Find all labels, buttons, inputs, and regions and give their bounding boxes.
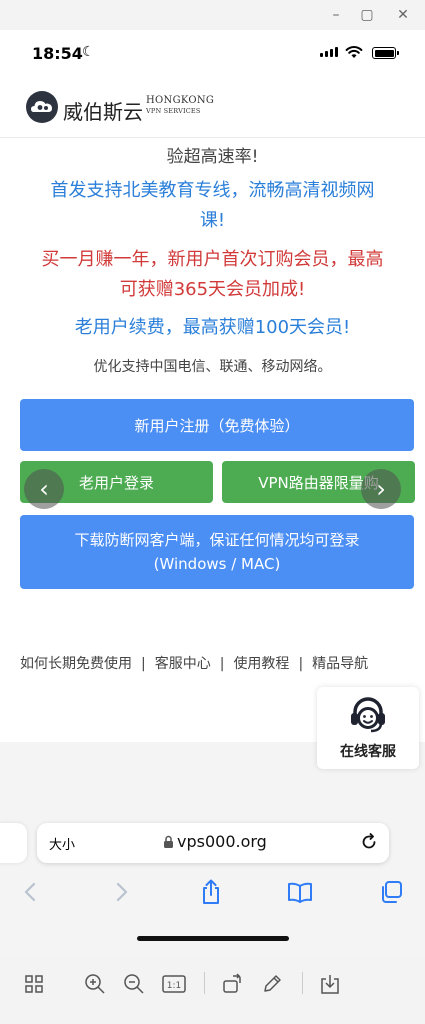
minimize-icon[interactable]: –	[327, 6, 345, 24]
link-separator: |	[141, 656, 146, 672]
carousel-prev-icon[interactable]: ‹	[24, 469, 64, 509]
maximize-icon[interactable]: ▢	[358, 6, 376, 24]
grid-view-icon[interactable]	[22, 972, 46, 996]
lock-icon	[164, 835, 173, 848]
promo-line-education-b: 课!	[199, 210, 226, 231]
bookmarks-icon[interactable]	[286, 878, 314, 906]
status-time: 18:54	[32, 44, 83, 63]
register-button[interactable]: 新用户注册（免费体验）	[20, 399, 414, 451]
wifi-icon	[345, 46, 363, 58]
moon-icon: ☾	[82, 44, 95, 60]
link-separator: |	[298, 656, 304, 672]
logo-subtitle-line2: VPN SERVICES	[146, 107, 201, 115]
site-header: 威伯斯云 HONGKONG VPN SERVICES	[0, 78, 425, 138]
save-screenshot-icon[interactable]	[318, 972, 342, 996]
footer-link-free-use[interactable]: 如何长期免费使用	[20, 656, 132, 672]
reload-icon[interactable]	[360, 833, 378, 851]
back-icon[interactable]	[16, 878, 44, 906]
promo-line-education-a: 首发支持北美教育专线，流畅高清视频网	[50, 180, 375, 201]
svg-text:1:1: 1:1	[167, 981, 181, 991]
online-support-label: 在线客服	[340, 744, 396, 760]
footer-link-navigation[interactable]: 精品导航	[312, 656, 368, 672]
status-bar: 18:54 ☾	[0, 30, 425, 78]
download-client-platforms: (Windows / MAC)	[153, 555, 281, 573]
footer-link-tutorial[interactable]: 使用教程	[233, 656, 289, 672]
forward-icon[interactable]	[108, 878, 136, 906]
promo-line-speed: 验超高速率!	[166, 147, 259, 167]
download-client-button[interactable]: 下载防断网客户端，保证任何情况均可登录 (Windows / MAC)	[20, 515, 414, 589]
simulator-title-bar: – ▢ ✕	[0, 0, 425, 30]
zoom-out-icon[interactable]	[122, 972, 146, 996]
zoom-in-icon[interactable]	[83, 972, 107, 996]
address-bar[interactable]: 大小 vps000.org	[37, 823, 389, 863]
annotate-pencil-icon[interactable]	[260, 972, 284, 996]
download-client-label: 下载防断网客户端，保证任何情况均可登录	[74, 531, 360, 549]
browser-toolbar	[0, 878, 425, 914]
home-indicator[interactable]	[137, 936, 289, 941]
text-size-button[interactable]: 大小	[49, 834, 75, 853]
promo-line-offer-b: 可获赠365天会员加成!	[119, 279, 306, 300]
actual-size-icon[interactable]: 1:1	[162, 972, 186, 996]
cloud-logo-icon[interactable]	[25, 90, 59, 124]
toolbar-divider	[302, 972, 303, 994]
footer-links: 如何长期免费使用 | 客服中心 | 使用教程 | 精品导航	[20, 652, 410, 676]
url-text[interactable]: vps000.org	[177, 832, 267, 851]
simulator-toolbar: 1:1	[0, 958, 425, 1024]
footer-link-support[interactable]: 客服中心	[155, 656, 211, 672]
link-separator: |	[219, 656, 225, 672]
cellular-signal-icon	[320, 47, 338, 57]
online-support-widget[interactable]: 在线客服	[317, 687, 419, 769]
previous-tab-edge[interactable]	[0, 823, 27, 863]
logo-subtitle: HONGKONG VPN SERVICES	[146, 96, 214, 115]
phone-screen: 18:54 ☾ 威伯斯云 HONGKONG VPN SERVICES 验超高速率…	[0, 30, 425, 958]
tabs-icon[interactable]	[377, 878, 405, 906]
browser-address-row: 大小 vps000.org	[0, 820, 425, 870]
logo-subtitle-line1: HONGKONG	[146, 95, 215, 106]
promo-line-offer-a: 买一月赚一年，新用户首次订购会员，最高	[41, 249, 384, 270]
carousel-next-icon[interactable]: ›	[361, 469, 401, 509]
promo-line-renewal: 老用户续费，最高获赠100天会员!	[74, 317, 351, 338]
rotate-icon[interactable]	[220, 972, 244, 996]
headset-support-icon	[351, 697, 385, 733]
share-icon[interactable]	[197, 878, 225, 906]
battery-icon	[372, 47, 399, 59]
close-icon[interactable]: ✕	[394, 6, 412, 24]
logo-text[interactable]: 威伯斯云	[63, 96, 143, 125]
toolbar-divider	[204, 972, 205, 994]
promo-line-network: 优化支持中国电信、联通、移动网络。	[93, 359, 332, 375]
